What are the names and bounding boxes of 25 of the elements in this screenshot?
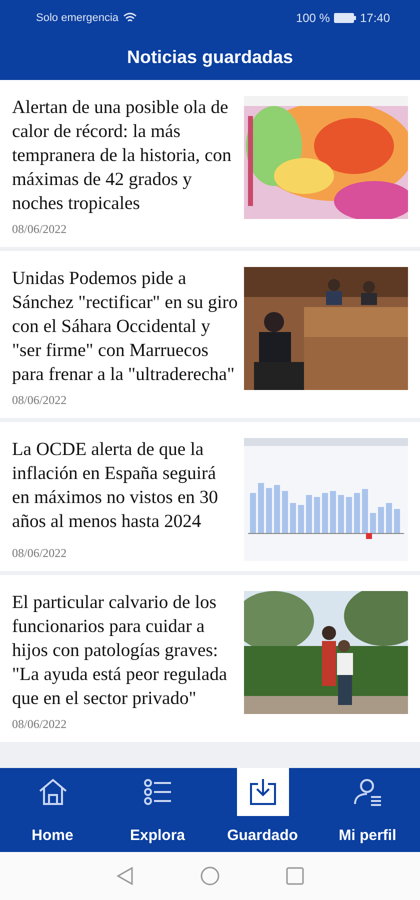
carrier-text: Solo emergencia — [36, 12, 119, 24]
article-headline[interactable]: Unidas Podemos pide a Sánchez "rectificar" en su giro con el Sáhara Occidental y "ser firme" con Marruecos para frenar a la "ultraderecha" — [12, 267, 238, 387]
wifi-icon — [122, 12, 137, 23]
battery-percent: 100 % — [296, 10, 330, 24]
home-circle-icon[interactable] — [200, 866, 220, 886]
article-date: 08/06/2022 — [12, 546, 68, 561]
article-card[interactable]: Unidas Podemos pide a Sánchez "rectificar" en su giro con el Sáhara Occidental y "ser firme" con Marruecos para frenar a la "ultraderecha" 08/06/2022 — [0, 251, 420, 418]
article-date: 08/06/2022 — [12, 222, 68, 237]
battery-icon — [334, 12, 356, 22]
article-date: 08/06/2022 — [12, 393, 68, 408]
nav-tab[interactable]: Explora — [105, 768, 210, 852]
nav-tab[interactable]: Mi perfil — [315, 768, 420, 852]
article-card[interactable]: Alertan de una posible ola de calor de récord: la más tempranera de la historia, con máximas de 42 grados y noches tropicales 08/06/2022 — [0, 80, 420, 247]
article-card[interactable]: La OCDE alerta de que la inflación en España seguirá en máximos no vistos en 30 años al menos hasta 2024 08/06/2022 — [0, 422, 420, 571]
article-headline[interactable]: La OCDE alerta de que la inflación en España seguirá en máximos no vistos en 30 años al menos hasta 2024 — [12, 438, 238, 534]
article-headline[interactable]: El particular calvario de los funcionarios para cuidar a hijos con patologías graves: "La ayuda está peor regulada que en el sector privado" — [12, 591, 238, 711]
back-icon[interactable] — [116, 866, 134, 886]
nav-tab[interactable]: Home — [0, 768, 105, 852]
nav-tab[interactable]: Guardado — [210, 768, 315, 852]
article-card[interactable]: El particular calvario de los funcionarios para cuidar a hijos con patologías graves: "La ayuda está peor regulada que en el sector privado" 08/06/2022 — [0, 575, 420, 742]
article-headline[interactable]: Alertan de una posible ola de calor de récord: la más tempranera de la historia, con máximas de 42 grados y noches tropicales — [12, 96, 238, 216]
screen-title: Noticias guardadas — [126, 47, 294, 68]
article-date: 08/06/2022 — [12, 717, 68, 732]
clock-time: 17:40 — [360, 10, 390, 24]
recents-icon[interactable] — [286, 867, 304, 885]
